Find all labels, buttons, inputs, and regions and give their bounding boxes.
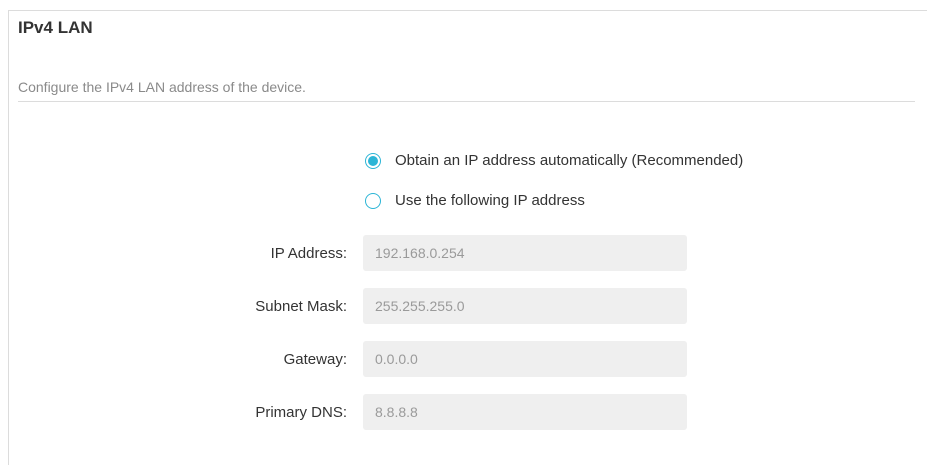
gateway-label: Gateway: xyxy=(283,351,347,368)
radio-use-following[interactable]: Use the following IP address xyxy=(365,192,585,209)
radio-label-obtain-automatically: Obtain an IP address automatically (Reco… xyxy=(395,152,744,169)
radio-checked-icon[interactable] xyxy=(365,152,381,169)
subnet-mask-input[interactable] xyxy=(363,288,687,324)
radio-obtain-automatically[interactable]: Obtain an IP address automatically (Reco… xyxy=(365,152,743,169)
divider xyxy=(18,101,915,102)
subnet-mask-label: Subnet Mask: xyxy=(255,298,347,315)
gateway-input[interactable] xyxy=(363,341,687,377)
ip-address-label: IP Address: xyxy=(270,245,347,262)
radio-label-use-following: Use the following IP address xyxy=(395,192,585,209)
primary-dns-label: Primary DNS: xyxy=(255,404,347,421)
primary-dns-input[interactable] xyxy=(363,394,687,430)
ip-address-input[interactable] xyxy=(363,235,687,271)
section-description: Configure the IPv4 LAN address of the de… xyxy=(18,79,306,95)
radio-unchecked-icon[interactable] xyxy=(365,192,381,209)
section-title: IPv4 LAN xyxy=(18,18,93,37)
